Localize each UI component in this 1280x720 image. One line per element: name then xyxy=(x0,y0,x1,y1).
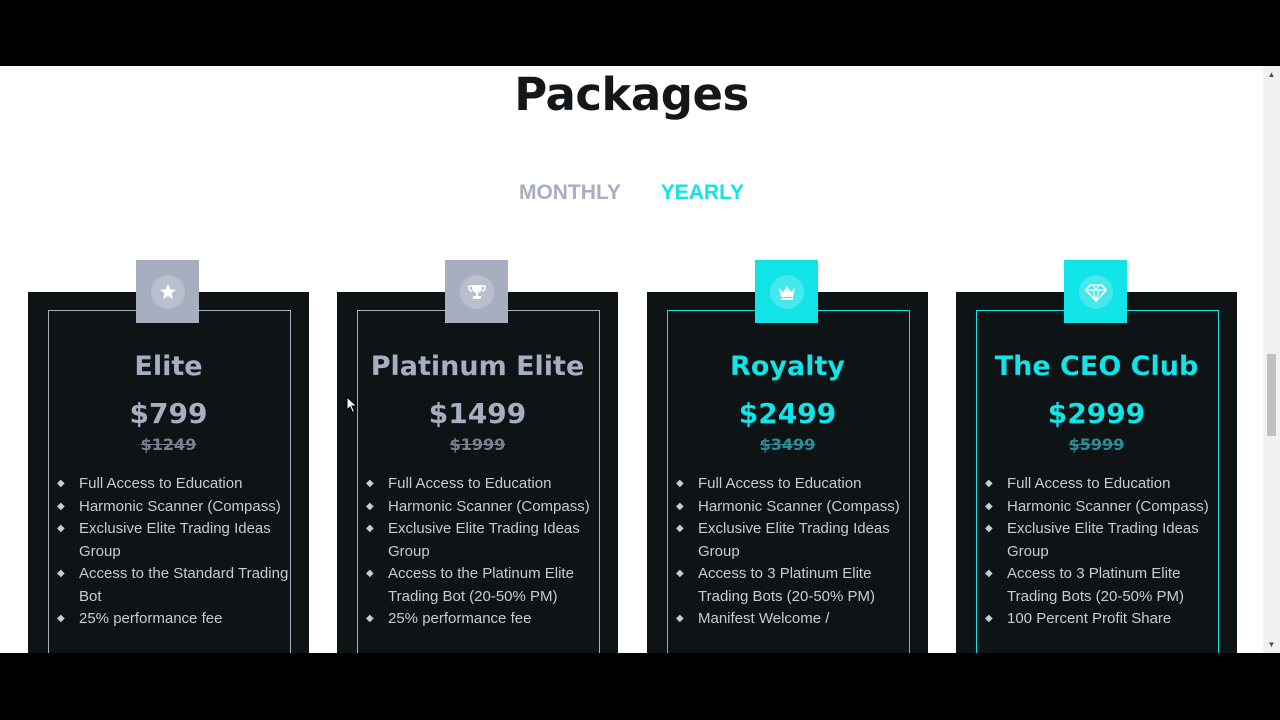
feature-item: ◆ Full Access to Education xyxy=(985,473,1222,496)
feature-item: ◆ Exclusive Elite Trading Ideas Group xyxy=(985,520,1199,560)
plan-price: $2499 xyxy=(738,397,837,430)
plan-name: Platinum Elite xyxy=(370,351,585,382)
diamond-bullet-icon: ◆ xyxy=(57,478,65,489)
star-badge-icon xyxy=(150,274,185,309)
plan-card-elite: Elite $799 $1249 ◆ Full Access to Educati… xyxy=(28,260,309,653)
trophy-icon xyxy=(459,274,494,309)
scroll-up-arrow-icon[interactable]: ▲ xyxy=(1263,66,1280,83)
page-viewport: Packages MONTHLY YEARLY Elite $799 $1249… xyxy=(0,66,1280,653)
plan-card-platinum-elite: Platinum Elite $1499 $1999 ◆ Full Access … xyxy=(337,260,618,653)
feature-item: ◆ 100 Percent Profit Share xyxy=(985,608,1222,631)
diamond-bullet-icon: ◆ xyxy=(366,478,374,489)
diamond-bullet-icon: ◆ xyxy=(366,500,374,512)
feature-list: ◆ Full Access to Education ◆ Harmonic Scan… xyxy=(676,473,913,631)
page-title: Packages xyxy=(514,68,749,121)
diamond-bullet-icon: ◆ xyxy=(676,523,684,534)
plan-icon-box xyxy=(755,260,818,323)
diamond-bullet-icon: ◆ xyxy=(57,568,65,579)
feature-item: ◆ Access to 3 Platinum Elite Trading Bots… xyxy=(985,565,1185,605)
feature-item: ◆ Access to 3 Platinum Elite Trading Bots… xyxy=(676,565,876,605)
plan-name: Royalty xyxy=(730,351,845,382)
plan-old-price: $5999 xyxy=(1068,435,1125,454)
crown-icon xyxy=(769,274,804,309)
plan-old-price: $3499 xyxy=(759,435,816,454)
scrollbar-thumb[interactable] xyxy=(1267,354,1276,436)
plan-old-price: $1249 xyxy=(140,435,197,454)
monthly-tab[interactable]: MONTHLY xyxy=(519,181,621,205)
yearly-tab[interactable]: YEARLY xyxy=(661,181,744,205)
diamond-bullet-icon: ◆ xyxy=(676,613,684,624)
feature-item: ◆ Full Access to Education xyxy=(57,473,294,496)
scroll-down-arrow-icon[interactable]: ▼ xyxy=(1263,636,1280,653)
plan-price: $2999 xyxy=(1047,397,1146,430)
feature-item: ◆ Harmonic Scanner (Compass) xyxy=(57,496,294,519)
diamond-bullet-icon: ◆ xyxy=(57,500,65,512)
vertical-scrollbar[interactable]: ▲ ▼ xyxy=(1263,66,1280,653)
feature-item: ◆ Harmonic Scanner (Compass) xyxy=(366,496,603,519)
plan-card-ceo-club: The CEO Club $2999 $5999 ◆ Full Access to… xyxy=(956,260,1237,653)
feature-list: ◆ Full Access to Education ◆ Harmonic Scan… xyxy=(57,473,294,631)
diamond-bullet-icon: ◆ xyxy=(366,523,374,534)
diamond-bullet-icon: ◆ xyxy=(57,523,65,534)
feature-item: ◆ Harmonic Scanner (Compass) xyxy=(985,496,1222,519)
diamond-bullet-icon: ◆ xyxy=(57,613,65,624)
plan-name: Elite xyxy=(134,351,203,382)
diamond-bullet-icon: ◆ xyxy=(366,613,374,624)
plan-name: The CEO Club xyxy=(994,351,1199,382)
feature-item: ◆ Exclusive Elite Trading Ideas Group xyxy=(366,520,580,560)
diamond-bullet-icon: ◆ xyxy=(676,568,684,579)
billing-toggle: MONTHLY YEARLY xyxy=(0,181,1263,205)
diamond-bullet-icon: ◆ xyxy=(985,613,993,624)
feature-item: ◆ Full Access to Education xyxy=(366,473,603,496)
plan-icon-box xyxy=(136,260,199,323)
plan-price: $1499 xyxy=(428,397,527,430)
feature-item: ◆ Manifest Welcome / xyxy=(676,608,913,631)
diamond-bullet-icon: ◆ xyxy=(985,500,993,512)
feature-list: ◆ Full Access to Education ◆ Harmonic Scan… xyxy=(985,473,1222,631)
plan-card-royalty: Royalty $2499 $3499 ◆ Full Access to Educ… xyxy=(647,260,928,653)
plan-icon-box xyxy=(1064,260,1127,323)
feature-item: ◆ Harmonic Scanner (Compass) xyxy=(676,496,913,519)
feature-item: ◆ 25% performance fee xyxy=(57,608,294,631)
diamond-bullet-icon: ◆ xyxy=(985,523,993,534)
feature-item: ◆ Access to the Standard Trading Bot xyxy=(57,565,289,605)
diamond-bullet-icon: ◆ xyxy=(676,500,684,512)
diamond-bullet-icon: ◆ xyxy=(366,568,374,579)
plan-old-price: $1999 xyxy=(449,435,506,454)
mouse-cursor-icon xyxy=(346,395,358,419)
feature-list: ◆ Full Access to Education ◆ Harmonic Scan… xyxy=(366,473,603,631)
feature-item: ◆ Access to the Platinum Elite Trading Bo… xyxy=(366,565,574,605)
diamond-bullet-icon: ◆ xyxy=(676,478,684,489)
diamond-bullet-icon: ◆ xyxy=(985,478,993,489)
diamond-bullet-icon: ◆ xyxy=(985,568,993,579)
plan-price: $799 xyxy=(129,397,208,430)
diamond-icon xyxy=(1078,274,1113,309)
plan-icon-box xyxy=(445,260,508,323)
feature-item: ◆ Exclusive Elite Trading Ideas Group xyxy=(676,520,890,560)
feature-item: ◆ 25% performance fee xyxy=(366,608,603,631)
feature-item: ◆ Full Access to Education xyxy=(676,473,913,496)
feature-item: ◆ Exclusive Elite Trading Ideas Group xyxy=(57,520,271,560)
